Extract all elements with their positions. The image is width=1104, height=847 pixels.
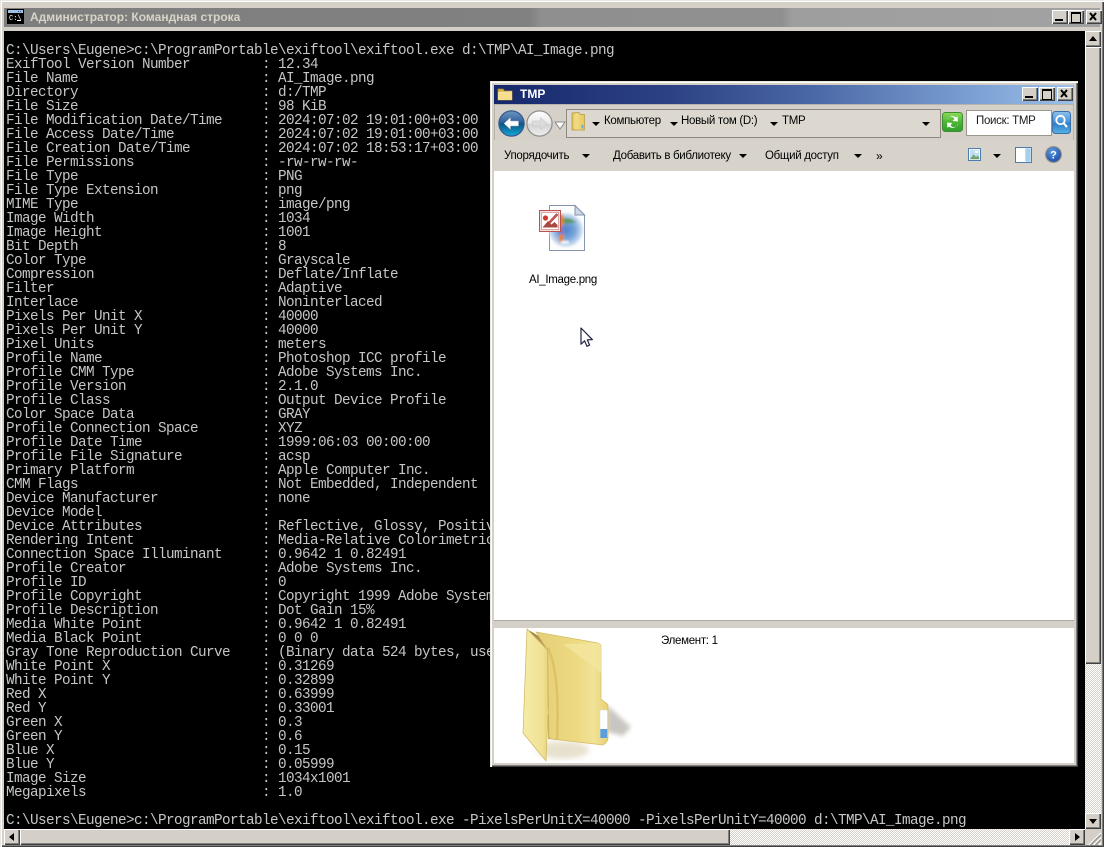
svg-text:?: ? — [1050, 150, 1057, 162]
svg-text:C:\: C:\ — [9, 15, 22, 23]
